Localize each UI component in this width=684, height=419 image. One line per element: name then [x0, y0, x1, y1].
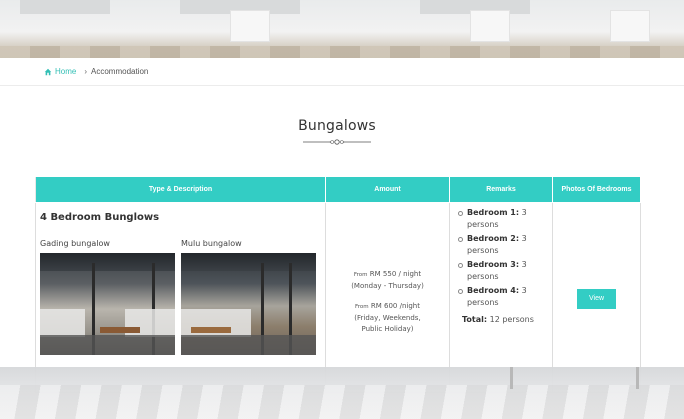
- list-item: Bedroom 1: 3 persons: [458, 207, 548, 231]
- hero-banner: [0, 0, 684, 58]
- bedroom-capacity-list: Bedroom 1: 3 persons Bedroom 2: 3 person…: [458, 207, 548, 309]
- bungalow-photo[interactable]: [40, 253, 175, 355]
- photo-caption: Mulu bungalow: [181, 239, 242, 248]
- remarks-cell: Bedroom 1: 3 persons Bedroom 2: 3 person…: [449, 202, 553, 393]
- home-icon[interactable]: [44, 68, 52, 76]
- type-description-cell: 4 Bedroom Bunglows Gading bungalow Mulu …: [35, 202, 326, 393]
- window: [470, 10, 510, 42]
- page-title: Bungalows: [298, 118, 376, 134]
- price-weekday: From RM 550 / night (Monday - Thursday): [351, 270, 424, 290]
- header-type-description: Type & Description: [35, 176, 326, 203]
- ceiling-beam: [20, 0, 110, 14]
- window: [610, 10, 650, 42]
- total-capacity: Total: 12 persons: [462, 315, 534, 324]
- header-amount: Amount: [325, 176, 450, 203]
- ornament-divider: [303, 139, 371, 145]
- list-item: Bedroom 4: 3 persons: [458, 285, 548, 309]
- view-button[interactable]: View: [577, 289, 616, 309]
- pricing-table: Type & Description Amount Remarks Photos…: [35, 176, 641, 393]
- header-photos-of-bedrooms: Photos Of Bedrooms: [552, 176, 641, 203]
- table-header-row: Type & Description Amount Remarks Photos…: [35, 176, 641, 203]
- background-overlay: [0, 367, 684, 419]
- breadcrumb: Home › Accommodation: [0, 58, 684, 86]
- furniture-leg: [636, 367, 639, 389]
- bungalow-photo[interactable]: [181, 253, 316, 355]
- window: [230, 10, 270, 42]
- list-item: Bedroom 2: 3 persons: [458, 233, 548, 257]
- photos-of-bedrooms-cell: View: [552, 202, 641, 393]
- header-remarks: Remarks: [449, 176, 553, 203]
- price-weekend: From RM 600 /night (Friday, Weekends, Pu…: [354, 302, 421, 333]
- photo-card: Gading bungalow: [40, 239, 175, 355]
- list-item: Bedroom 3: 3 persons: [458, 259, 548, 283]
- amount-cell: From RM 550 / night (Monday - Thursday) …: [325, 202, 450, 393]
- room-type-title: 4 Bedroom Bunglows: [40, 212, 160, 223]
- photo-caption: Gading bungalow: [40, 239, 110, 248]
- photo-card: Mulu bungalow: [181, 239, 316, 355]
- table-row: 4 Bedroom Bunglows Gading bungalow Mulu …: [35, 202, 641, 393]
- breadcrumb-home-link[interactable]: Home: [55, 67, 76, 76]
- breadcrumb-separator: ›: [84, 67, 88, 76]
- breadcrumb-current: Accommodation: [91, 67, 149, 76]
- floor: [0, 46, 684, 58]
- furniture-leg: [510, 367, 513, 389]
